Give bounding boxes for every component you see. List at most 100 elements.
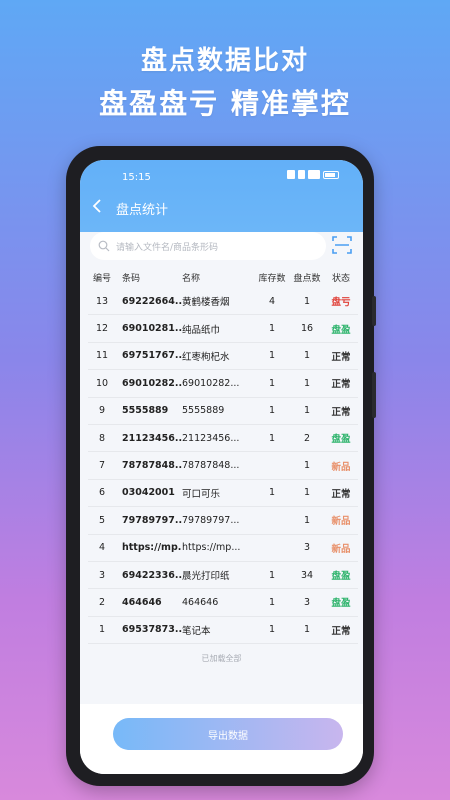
cell-name: 红枣枸杞水 — [182, 351, 230, 363]
cell-code: 69222664... — [122, 295, 182, 307]
cell-count: 1 — [303, 350, 311, 362]
cell-count: 16 — [300, 323, 314, 335]
cell-no: 12 — [95, 323, 109, 335]
cell-status: 新品 — [331, 461, 351, 473]
cell-status: 新品 — [331, 516, 351, 528]
cell-count: 34 — [300, 569, 314, 581]
app-header: 15:15 盘点统计 — [80, 160, 363, 232]
cell-status: 盘盈 — [331, 571, 351, 583]
cell-stock: 1 — [268, 405, 276, 417]
cell-stock: 1 — [268, 487, 276, 499]
table-row[interactable]: 9 5555889 5555889 1 1 正常 — [88, 398, 358, 425]
cell-status: 盘盈 — [331, 598, 351, 610]
cell-no: 9 — [98, 405, 106, 417]
cell-name: 5555889 — [182, 405, 225, 417]
cell-count: 1 — [303, 295, 311, 307]
cell-no: 1 — [98, 624, 106, 636]
cell-stock: 1 — [268, 596, 276, 608]
table-row[interactable]: 3 69422336... 晨光打印纸 1 34 盘盈 — [88, 562, 358, 590]
promo-headline: 盘点数据比对 — [140, 46, 309, 76]
cell-count: 1 — [303, 405, 311, 417]
cell-no: 13 — [95, 295, 109, 307]
cell-status: 盘亏 — [331, 297, 351, 309]
cell-stock: 1 — [268, 323, 276, 335]
export-button[interactable]: 导出数据 — [113, 718, 343, 750]
battery-icon — [323, 170, 339, 179]
cell-stock: 1 — [268, 350, 276, 362]
promo-subheadline: 盘盈盘亏 精准掌控 — [99, 87, 351, 120]
col-header-count: 盘点数 — [293, 273, 321, 284]
inventory-table: 编号 条码 名称 库存数 盘点数 状态 13 69222664... 黄鹤楼香烟 4 1… — [88, 266, 358, 645]
table-header: 编号 条码 名称 库存数 盘点数 状态 — [88, 266, 358, 288]
cell-code: 69422336... — [122, 569, 182, 581]
cell-name: 69010282... — [182, 377, 240, 389]
page-title: 盘点统计 — [116, 203, 169, 218]
table-row[interactable]: 4 https://mp... https://mp... 3 新品 — [88, 535, 358, 562]
hd-icon — [298, 170, 305, 179]
cell-stock: 1 — [268, 624, 276, 636]
cell-name: 21123456... — [182, 432, 240, 444]
cell-code: https://mp... — [122, 542, 182, 554]
status-time: 15:15 — [122, 172, 151, 183]
col-header-no: 编号 — [92, 273, 111, 284]
col-header-code: 条码 — [122, 273, 141, 284]
loaded-all-text: 已加载全部 — [201, 654, 242, 663]
scan-icon[interactable] — [332, 236, 352, 254]
table-row[interactable]: 8 21123456... 21123456... 1 2 盘盈 — [88, 425, 358, 453]
cell-name: 464646 — [182, 596, 219, 608]
status-icons — [287, 170, 339, 179]
cell-code: 69751767... — [122, 350, 182, 362]
table-row[interactable]: 7 78787848... 78787848... 1 新品 — [88, 452, 358, 480]
cell-status: 正常 — [331, 488, 351, 500]
cell-code: 21123456... — [122, 432, 182, 444]
phone-power-button — [372, 372, 376, 418]
cell-code: 69010282... — [122, 377, 182, 389]
back-icon[interactable] — [92, 198, 104, 214]
search-placeholder: 请输入文件名/商品条形码 — [116, 242, 219, 253]
cell-stock: 4 — [268, 295, 276, 307]
cell-name: https://mp... — [182, 542, 241, 554]
cell-no: 3 — [98, 569, 106, 581]
cell-no: 10 — [95, 377, 109, 389]
cell-code: 464646 — [122, 596, 162, 608]
col-header-status: 状态 — [331, 273, 350, 284]
table-row[interactable]: 10 69010282... 69010282... 1 1 正常 — [88, 370, 358, 398]
cell-status: 新品 — [331, 543, 351, 555]
cell-name: 78787848... — [182, 460, 240, 472]
table-row[interactable]: 6 03042001 可口可乐 1 1 正常 — [88, 480, 358, 508]
cell-name: 79789797... — [182, 514, 240, 526]
cell-name: 黄鹤楼香烟 — [182, 297, 230, 309]
table-row[interactable]: 5 79789797... 79789797... 1 新品 — [88, 507, 358, 535]
cell-status: 正常 — [331, 406, 351, 418]
search-input[interactable]: 请输入文件名/商品条形码 — [90, 232, 326, 260]
cell-status: 盘盈 — [331, 324, 351, 336]
table-row[interactable]: 1 69537873... 笔记本 1 1 正常 — [88, 617, 358, 645]
cell-code: 5555889 — [122, 405, 169, 417]
cell-count: 1 — [303, 624, 311, 636]
table-row[interactable]: 11 69751767... 红枣枸杞水 1 1 正常 — [88, 343, 358, 371]
nfc-icon — [287, 170, 295, 179]
cell-status: 正常 — [331, 625, 351, 637]
cell-stock: 1 — [268, 432, 276, 444]
table-row[interactable]: 13 69222664... 黄鹤楼香烟 4 1 盘亏 — [88, 288, 358, 316]
cell-status: 盘盈 — [331, 434, 351, 446]
phone-screen: 15:15 盘点统计 请输入文件名/商品条形码 编号 条码 名称 库存数 盘点数… — [80, 160, 363, 774]
cell-name: 晨光打印纸 — [182, 571, 230, 583]
cell-no: 4 — [98, 542, 106, 554]
cell-status: 正常 — [331, 379, 351, 391]
search-icon — [98, 240, 110, 252]
col-header-name: 名称 — [182, 273, 201, 284]
cell-no: 6 — [98, 487, 106, 499]
cell-no: 8 — [98, 432, 106, 444]
cell-stock: 1 — [268, 377, 276, 389]
signal-icon — [308, 170, 320, 179]
phone-volume-button — [372, 296, 376, 326]
cell-count: 1 — [303, 377, 311, 389]
cell-count: 1 — [303, 460, 311, 472]
cell-name: 可口可乐 — [182, 488, 221, 500]
cell-no: 7 — [98, 460, 106, 472]
cell-count: 1 — [303, 514, 311, 526]
table-row[interactable]: 2 464646 464646 1 3 盘盈 — [88, 589, 358, 617]
cell-no: 5 — [98, 514, 106, 526]
table-row[interactable]: 12 69010281... 纯品纸巾 1 16 盘盈 — [88, 315, 358, 343]
